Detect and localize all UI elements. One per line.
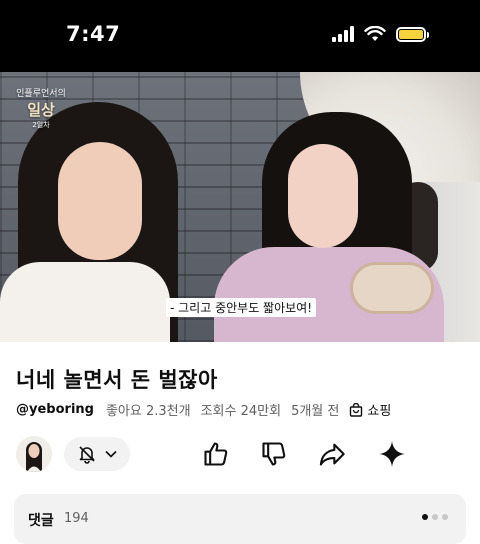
upload-age: 5개월 전 [291, 404, 340, 419]
logo-line-1: 인플루언서의 [16, 89, 66, 99]
action-bar [0, 434, 480, 480]
video-metadata[interactable]: @yeboring 좋아요 2.3천개 조회수 24만회 5개월 전 쇼핑 [16, 400, 391, 419]
dislike-button[interactable] [258, 438, 290, 470]
shopping-link[interactable]: 쇼핑 [349, 400, 391, 419]
comments-section[interactable]: 댓글 194 [14, 494, 466, 544]
logo-line-2: 일상 [27, 101, 55, 119]
logo-line-3: 2일차 [32, 121, 50, 129]
page-dot [432, 514, 438, 520]
page-dot [442, 514, 448, 520]
page-dot-active [422, 514, 428, 520]
comments-page-indicator [422, 514, 448, 520]
battery-icon [396, 26, 429, 42]
person-left-face [58, 142, 142, 260]
share-button[interactable] [316, 438, 348, 470]
ask-ai-button[interactable] [376, 438, 408, 470]
cellular-signal-icon [332, 26, 354, 42]
channel-logo: 인플루언서의 일상 2일차 [14, 86, 68, 130]
comments-label: 댓글 [28, 513, 54, 529]
like-count: 좋아요 2.3천개 [105, 404, 191, 419]
view-count: 조회수 24만회 [200, 404, 282, 419]
channel-avatar[interactable] [16, 436, 52, 472]
sparkle-icon [379, 441, 405, 467]
status-bar: 7:47 [0, 0, 480, 72]
bell-off-icon [79, 446, 95, 464]
shopping-label: 쇼핑 [367, 404, 392, 419]
subscription-bell-button[interactable] [64, 437, 130, 471]
cushion-compact [350, 262, 434, 314]
status-icons [332, 26, 429, 42]
avatar-image [16, 436, 52, 472]
thumbs-down-icon [262, 442, 286, 466]
channel-handle[interactable]: @yeboring [16, 402, 94, 417]
person-left-body [0, 262, 170, 342]
video-details-sheet: 너네 놀면서 돈 벌잖아 @yeboring 좋아요 2.3천개 조회수 24만… [0, 342, 480, 544]
person-right-face [288, 144, 358, 248]
video-title[interactable]: 너네 놀면서 돈 벌잖아 [16, 364, 218, 394]
share-icon [319, 443, 345, 466]
thumbs-up-icon [204, 442, 228, 466]
video-player[interactable]: 인플루언서의 일상 2일차 - 그리고 중안부도 짧아보여! [0, 72, 480, 342]
wifi-icon [364, 26, 386, 41]
comments-count: 194 [64, 511, 89, 526]
video-subtitle: - 그리고 중안부도 짧아보여! [166, 298, 317, 317]
shopping-bag-icon [350, 402, 363, 417]
status-time: 7:47 [66, 22, 121, 46]
chevron-down-icon [105, 450, 117, 458]
like-button[interactable] [200, 438, 232, 470]
